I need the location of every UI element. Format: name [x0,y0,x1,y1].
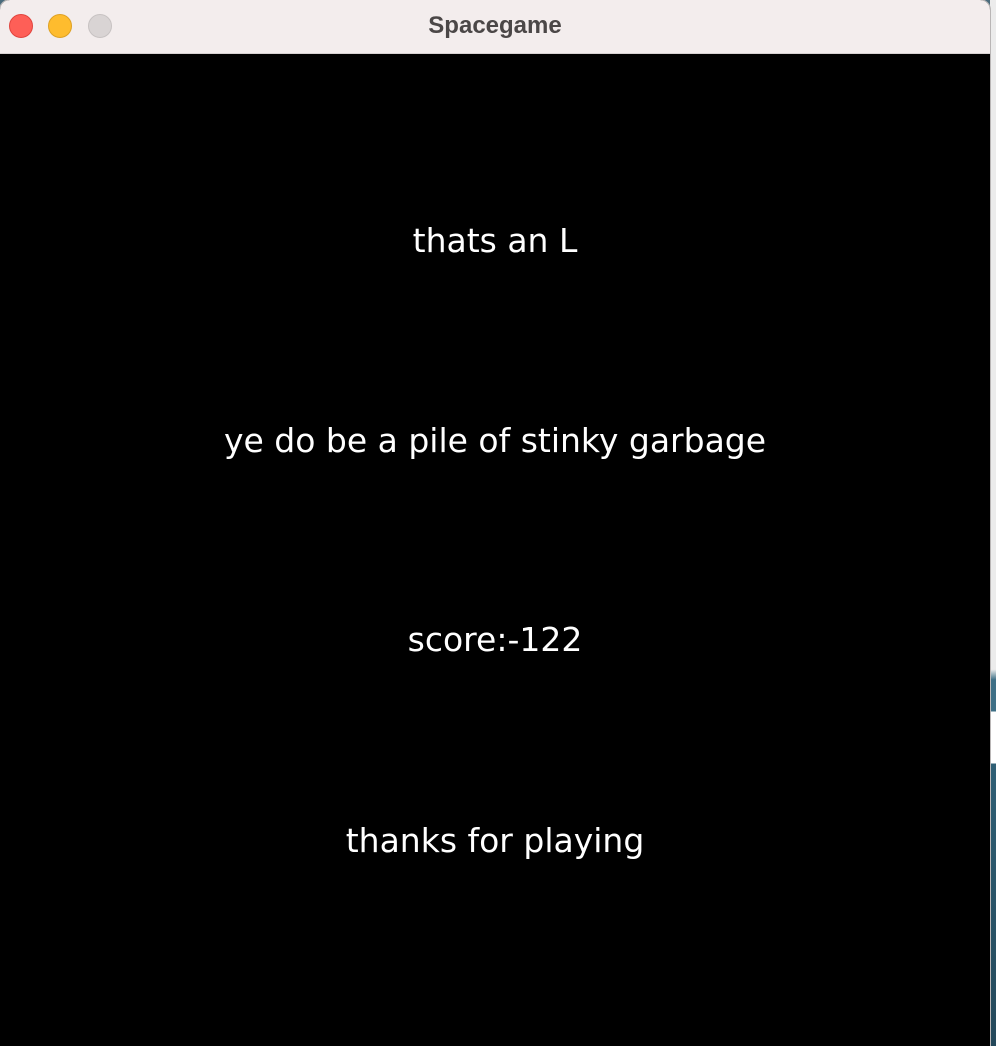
window-titlebar[interactable]: Spacegame [0,0,990,54]
game-canvas[interactable]: thats an L ye do be a pile of stinky gar… [0,54,990,1046]
thanks-message: thanks for playing [345,821,645,860]
game-over-message: thats an L [412,221,578,260]
desktop-background [990,0,996,1046]
game-window: Spacegame thats an L ye do be a pile of … [0,0,990,1046]
taunt-message: ye do be a pile of stinky garbage [223,421,767,460]
window-title: Spacegame [428,12,562,39]
score-text: score:-122 [407,620,583,659]
